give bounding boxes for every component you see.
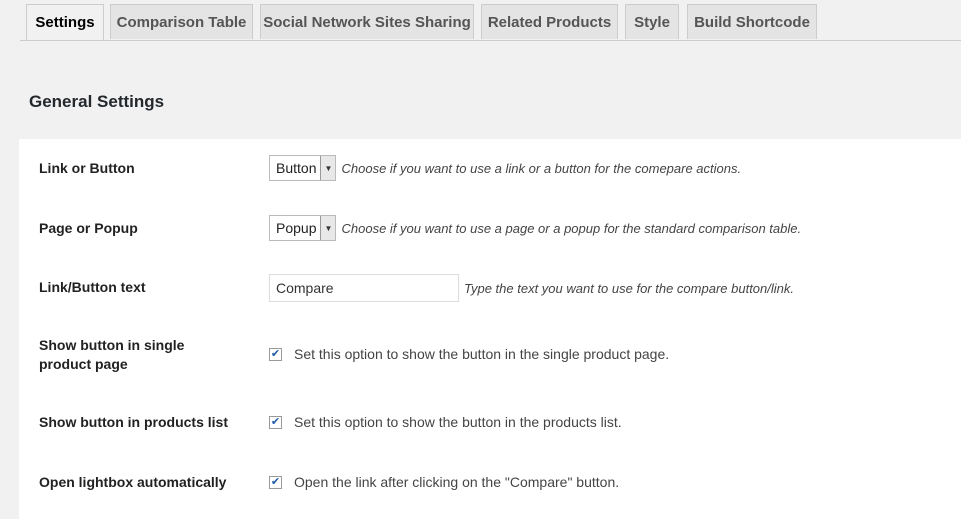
select-value: Popup bbox=[276, 220, 317, 236]
triangle-down-icon: ▼ bbox=[320, 216, 336, 240]
setting-label: Show button in single product page bbox=[39, 337, 185, 372]
setting-description: Type the text you want to use for the co… bbox=[464, 280, 794, 296]
setting-label: Link/Button text bbox=[39, 279, 146, 295]
setting-label: Link or Button bbox=[39, 160, 135, 176]
button-text-input[interactable] bbox=[269, 274, 459, 302]
show-list-checkbox[interactable]: ✔ bbox=[269, 415, 282, 429]
setting-description: Open the link after clicking on the "Com… bbox=[294, 474, 620, 490]
tab-comparison-table[interactable]: Comparison Table bbox=[110, 4, 253, 39]
checkmark-icon: ✔ bbox=[270, 347, 281, 360]
tab-related-products[interactable]: Related Products bbox=[481, 4, 618, 39]
tab-style[interactable]: Style bbox=[625, 4, 679, 39]
checkmark-icon: ✔ bbox=[270, 475, 281, 488]
settings-panel: Link or Button Button ▼ Choose if you wa… bbox=[19, 139, 961, 519]
settings-tab-bar: Settings Comparison Table Social Network… bbox=[20, 4, 961, 41]
setting-description: Set this option to show the button in th… bbox=[294, 346, 670, 362]
tab-build-shortcode[interactable]: Build Shortcode bbox=[687, 4, 817, 39]
checkmark-icon: ✔ bbox=[270, 415, 281, 428]
setting-description: Set this option to show the button in th… bbox=[294, 414, 622, 430]
setting-label: Open lightbox automatically bbox=[39, 474, 227, 490]
triangle-down-icon: ▼ bbox=[320, 156, 336, 180]
show-single-checkbox[interactable]: ✔ bbox=[269, 347, 282, 361]
link-or-button-select[interactable]: Button ▼ bbox=[269, 155, 337, 181]
setting-description: Choose if you want to use a link or a bu… bbox=[341, 160, 742, 176]
tab-settings[interactable]: Settings bbox=[26, 4, 104, 40]
setting-label: Show button in products list bbox=[39, 414, 228, 430]
section-title: General Settings bbox=[29, 92, 165, 111]
setting-description: Choose if you want to use a page or a po… bbox=[341, 220, 802, 236]
page-or-popup-select[interactable]: Popup ▼ bbox=[269, 215, 337, 241]
select-value: Button bbox=[276, 160, 317, 176]
tab-social-network-sites-sharing[interactable]: Social Network Sites Sharing bbox=[260, 4, 474, 39]
setting-label: Page or Popup bbox=[39, 220, 138, 236]
open-lightbox-checkbox[interactable]: ✔ bbox=[269, 475, 282, 489]
